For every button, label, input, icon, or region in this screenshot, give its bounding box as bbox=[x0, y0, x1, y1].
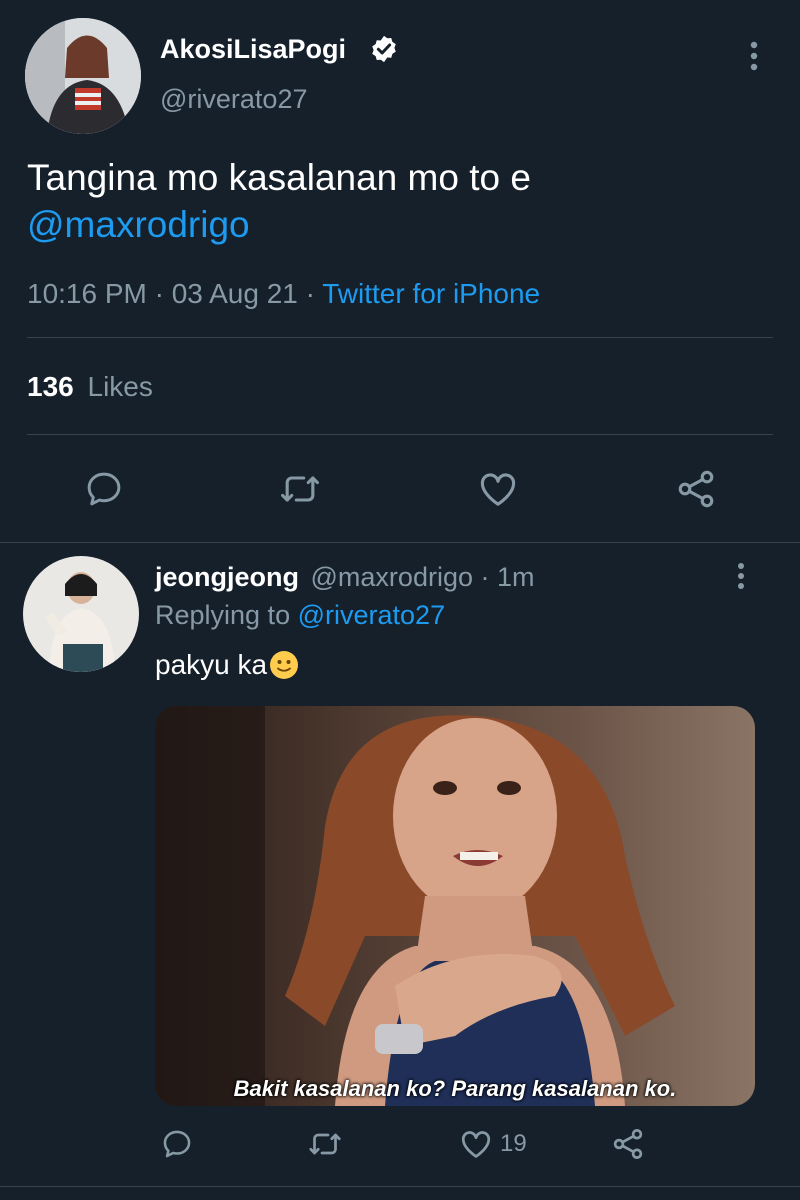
author-handle[interactable]: @riverato27 bbox=[160, 83, 307, 115]
more-vertical-icon[interactable] bbox=[740, 38, 768, 74]
retweet-icon[interactable] bbox=[276, 465, 324, 513]
reply-text-body: pakyu ka bbox=[155, 649, 268, 680]
share-icon[interactable] bbox=[608, 1124, 648, 1164]
reply-icon[interactable] bbox=[157, 1124, 197, 1164]
share-icon[interactable] bbox=[672, 465, 720, 513]
likes-count: 136 bbox=[27, 371, 74, 402]
tweet-timestamp[interactable]: 10:16 PM · 03 Aug 21 bbox=[27, 278, 298, 309]
tweet-text: Tangina mo kasalanan mo to e @maxrodrigo bbox=[27, 154, 767, 248]
replying-to-label: Replying to bbox=[155, 600, 291, 630]
reply-like-count: 19 bbox=[500, 1130, 527, 1157]
reply-text: pakyu ka bbox=[155, 648, 299, 682]
verified-badge-icon bbox=[369, 34, 399, 64]
reply-handle-time[interactable]: @maxrodrigo · 1m bbox=[311, 562, 535, 592]
reply-avatar-image bbox=[23, 556, 139, 672]
reply-like-action[interactable]: 19 bbox=[458, 1124, 527, 1164]
likes-label: Likes bbox=[87, 371, 153, 402]
replying-to-handle[interactable]: @riverato27 bbox=[298, 600, 445, 630]
media-caption: Bakit kasalanan ko? Parang kasalanan ko. bbox=[233, 1076, 677, 1101]
divider bbox=[0, 1186, 800, 1187]
heart-icon[interactable] bbox=[458, 1126, 494, 1162]
author-display-name[interactable]: AkosiLisaPogi bbox=[160, 32, 346, 66]
meta-separator: · bbox=[305, 278, 315, 309]
reply-media-image bbox=[155, 706, 755, 1106]
heart-icon[interactable] bbox=[474, 465, 522, 513]
divider bbox=[27, 337, 773, 338]
reply-author-avatar[interactable] bbox=[23, 556, 139, 672]
tweet-meta: 10:16 PM · 03 Aug 21 · Twitter for iPhon… bbox=[27, 276, 540, 312]
tweet-source-link[interactable]: Twitter for iPhone bbox=[322, 278, 540, 309]
divider bbox=[0, 542, 800, 543]
more-vertical-icon[interactable] bbox=[727, 560, 755, 592]
retweet-icon[interactable] bbox=[305, 1124, 345, 1164]
reply-media[interactable]: Bakit kasalanan ko? Parang kasalanan ko. bbox=[155, 706, 755, 1106]
replying-to: Replying to @riverato27 bbox=[155, 598, 445, 632]
author-avatar-image bbox=[25, 18, 141, 134]
slightly-smiling-emoji-icon bbox=[269, 650, 299, 680]
likes-stat[interactable]: 136 Likes bbox=[27, 370, 153, 404]
reply-icon[interactable] bbox=[80, 465, 128, 513]
reply-header: jeongjeong @maxrodrigo · 1m bbox=[155, 560, 534, 594]
divider bbox=[27, 434, 773, 435]
tweet-text-body: Tangina mo kasalanan mo to e bbox=[27, 157, 531, 198]
reply-display-name[interactable]: jeongjeong bbox=[155, 562, 299, 592]
author-avatar[interactable] bbox=[25, 18, 141, 134]
tweet-mention-link[interactable]: @maxrodrigo bbox=[27, 201, 767, 248]
